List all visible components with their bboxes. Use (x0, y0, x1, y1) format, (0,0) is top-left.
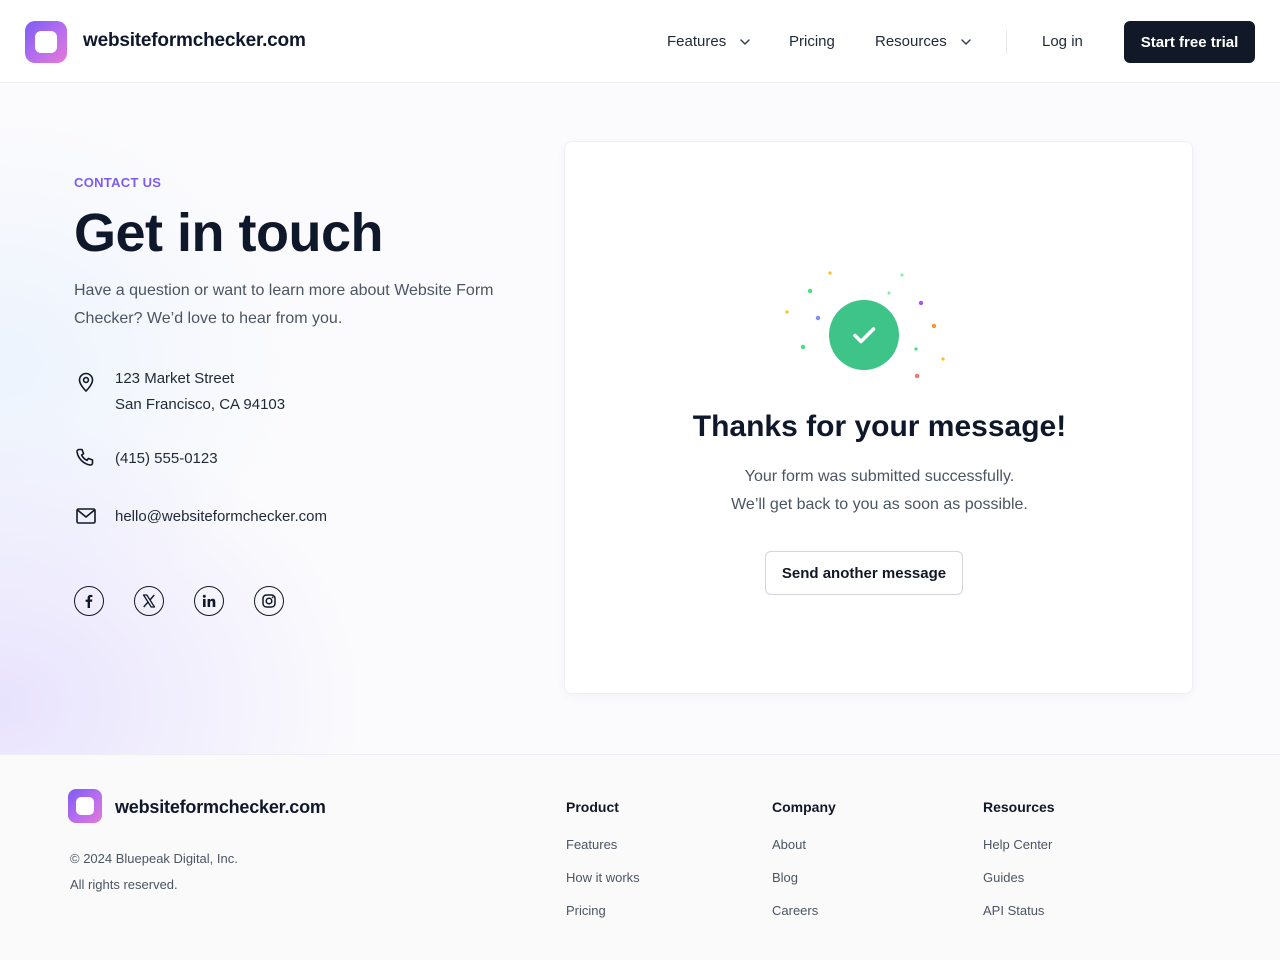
footer-heading-resources: Resources (983, 799, 1055, 815)
success-message-line-2: We’ll get back to you as soon as possibl… (731, 496, 1028, 513)
nav-resources[interactable]: Resources (875, 33, 973, 50)
login-label: Log in (1042, 33, 1083, 50)
nav-resources-label: Resources (875, 33, 947, 50)
facebook-link[interactable] (74, 586, 104, 616)
footer-heading-company: Company (772, 799, 836, 815)
top-nav: websiteformchecker.com Features Pricing … (0, 0, 1280, 83)
footer-link-pricing[interactable]: Pricing (566, 903, 606, 918)
facebook-icon (85, 594, 93, 608)
phone-row: (415) 555-0123 (74, 446, 218, 472)
success-title: Thanks for your message! (692, 410, 1067, 443)
footer-link-guides[interactable]: Guides (983, 870, 1024, 885)
section-eyebrow: CONTACT US (74, 175, 162, 190)
nav-divider (1006, 30, 1007, 54)
email-row: hello@websiteformchecker.com (74, 504, 327, 530)
phone-number[interactable]: (415) 555-0123 (115, 446, 218, 472)
success-check-icon (829, 300, 899, 370)
logo-icon[interactable] (25, 21, 67, 63)
address-row: 123 Market Street San Francisco, CA 9410… (74, 366, 285, 418)
instagram-link[interactable] (254, 586, 284, 616)
footer-logo-icon[interactable] (68, 789, 102, 823)
footer-link-blog[interactable]: Blog (772, 870, 798, 885)
rights-reserved: All rights reserved. (70, 877, 178, 892)
page-title: Get in touch (74, 203, 383, 263)
address-line-2: San Francisco, CA 94103 (115, 396, 286, 413)
footer-link-how-it-works[interactable]: How it works (566, 870, 640, 885)
nav-pricing[interactable]: Pricing (789, 33, 835, 50)
intro-text: Have a question or want to learn more ab… (74, 282, 494, 327)
footer: websiteformchecker.com © 2024 Bluepeak D… (0, 754, 1280, 960)
x-link[interactable] (134, 586, 164, 616)
send-another-message-button[interactable]: Send another message (765, 551, 963, 595)
footer-brand-name[interactable]: websiteformchecker.com (115, 797, 326, 818)
email-address[interactable]: hello@websiteformchecker.com (115, 504, 327, 530)
x-twitter-icon (142, 594, 156, 608)
login-link[interactable]: Log in (1042, 33, 1083, 50)
nav-features-label: Features (667, 33, 727, 50)
instagram-icon (262, 594, 276, 608)
address-line-1: 123 Market Street (115, 370, 235, 387)
phone-icon (76, 448, 94, 466)
contact-section: CONTACT US Get in touch Have a question … (0, 84, 1280, 754)
start-trial-button[interactable]: Start free trial (1124, 21, 1255, 63)
chevron-down-icon (740, 38, 750, 45)
success-card: Thanks for your message! Your form was s… (564, 141, 1193, 694)
nav-pricing-label: Pricing (789, 33, 835, 50)
footer-link-careers[interactable]: Careers (772, 903, 818, 918)
social-links (74, 586, 284, 616)
footer-heading-product: Product (566, 799, 619, 815)
copyright: © 2024 Bluepeak Digital, Inc. (70, 851, 238, 866)
footer-link-about[interactable]: About (772, 837, 806, 852)
map-pin-icon (78, 372, 94, 392)
footer-link-features[interactable]: Features (566, 837, 617, 852)
mail-icon (76, 508, 96, 524)
linkedin-icon (202, 594, 216, 607)
linkedin-link[interactable] (194, 586, 224, 616)
nav-features[interactable]: Features (667, 33, 752, 50)
footer-link-help-center[interactable]: Help Center (983, 837, 1052, 852)
footer-link-api-status[interactable]: API Status (983, 903, 1044, 918)
chevron-down-icon (960, 38, 971, 45)
success-message-line-1: Your form was submitted successfully. (744, 468, 1015, 485)
brand-name[interactable]: websiteformchecker.com (83, 30, 306, 52)
